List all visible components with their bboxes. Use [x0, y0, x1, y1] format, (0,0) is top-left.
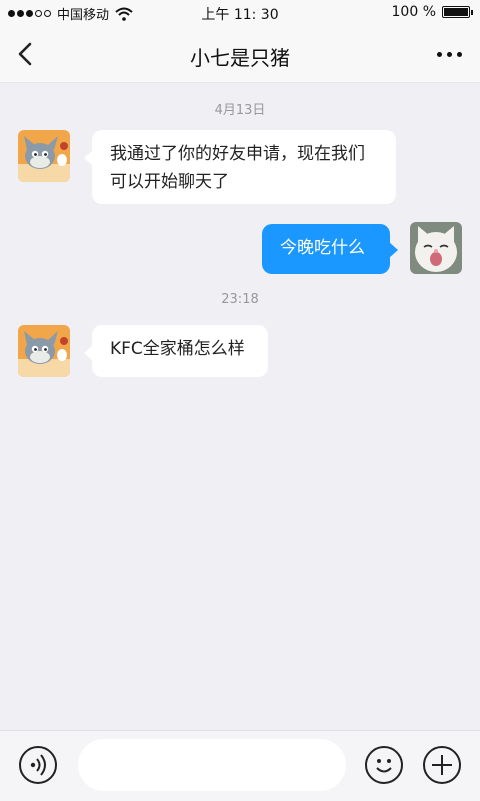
status-right: 100 % — [391, 4, 473, 20]
incoming-message-bubble[interactable]: KFC全家桶怎么样 — [84, 325, 268, 377]
incoming-message-bubble[interactable]: 我通过了你的好友申请，现在我们可以开始聊天了 — [84, 130, 396, 204]
battery-icon — [442, 6, 473, 18]
emoji-icon[interactable] — [365, 746, 403, 784]
nav-bar: 小七是只猪 — [0, 26, 480, 83]
timestamp: 4月13日 — [214, 103, 266, 118]
white-kitten-avatar[interactable] — [410, 222, 462, 274]
message-text: KFC全家桶怎么样 — [110, 339, 245, 359]
chat-title: 小七是只猪 — [190, 46, 290, 70]
message-text: 我通过了你的好友申请，现在我们可以开始聊天了 — [110, 144, 365, 192]
tom-cat-avatar[interactable] — [18, 325, 70, 377]
tom-cat-avatar[interactable] — [18, 130, 70, 182]
input-bar — [0, 730, 480, 801]
message-text: 今晚吃什么 — [280, 238, 365, 258]
voice-icon[interactable] — [19, 746, 57, 784]
message-input[interactable] — [78, 739, 346, 791]
add-icon[interactable] — [423, 746, 461, 784]
outgoing-message-bubble[interactable]: 今晚吃什么 — [262, 224, 398, 274]
more-dots-icon[interactable] — [432, 44, 466, 64]
timestamp: 23:18 — [221, 292, 259, 307]
status-bar: 中国移动 上午 11: 30 100 % — [0, 0, 480, 26]
battery-percent: 100 % — [391, 4, 436, 20]
